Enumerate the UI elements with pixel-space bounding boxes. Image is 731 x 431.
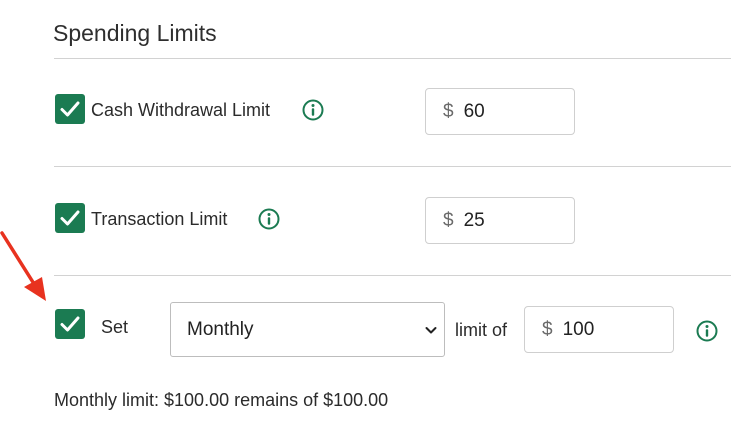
chevron-down-icon	[425, 326, 437, 333]
check-icon	[60, 316, 80, 332]
cash-withdrawal-checkbox[interactable]	[55, 94, 85, 124]
check-icon	[60, 210, 80, 226]
set-label: Set	[101, 317, 129, 337]
currency-symbol: $	[542, 318, 553, 340]
divider	[54, 166, 731, 167]
currency-symbol: $	[443, 209, 454, 231]
divider	[54, 275, 731, 276]
info-icon[interactable]	[258, 208, 280, 230]
info-icon[interactable]	[302, 99, 324, 121]
limit-of-label: limit of	[455, 320, 508, 340]
period-amount-field[interactable]: $	[524, 306, 674, 353]
transaction-amount-input[interactable]	[463, 209, 544, 232]
cash-withdrawal-amount-field[interactable]: $	[425, 88, 575, 135]
info-icon[interactable]	[696, 320, 718, 342]
period-selected-value: Monthly	[187, 318, 254, 340]
transaction-limit-label: Transaction Limit	[91, 209, 228, 229]
cash-withdrawal-label: Cash Withdrawal Limit	[91, 100, 271, 120]
transaction-limit-checkbox[interactable]	[55, 203, 85, 233]
transaction-amount-field[interactable]: $	[425, 197, 575, 244]
period-limit-checkbox[interactable]	[55, 309, 85, 339]
divider	[54, 58, 731, 59]
limit-summary: Monthly limit: $100.00 remains of $100.0…	[54, 390, 389, 410]
cash-withdrawal-amount-input[interactable]	[463, 100, 544, 123]
arrow-icon	[0, 231, 46, 301]
period-select[interactable]: Monthly	[170, 302, 445, 357]
currency-symbol: $	[443, 100, 454, 122]
period-amount-input[interactable]	[562, 318, 643, 341]
check-icon	[60, 101, 80, 117]
section-title: Spending Limits	[53, 20, 217, 46]
